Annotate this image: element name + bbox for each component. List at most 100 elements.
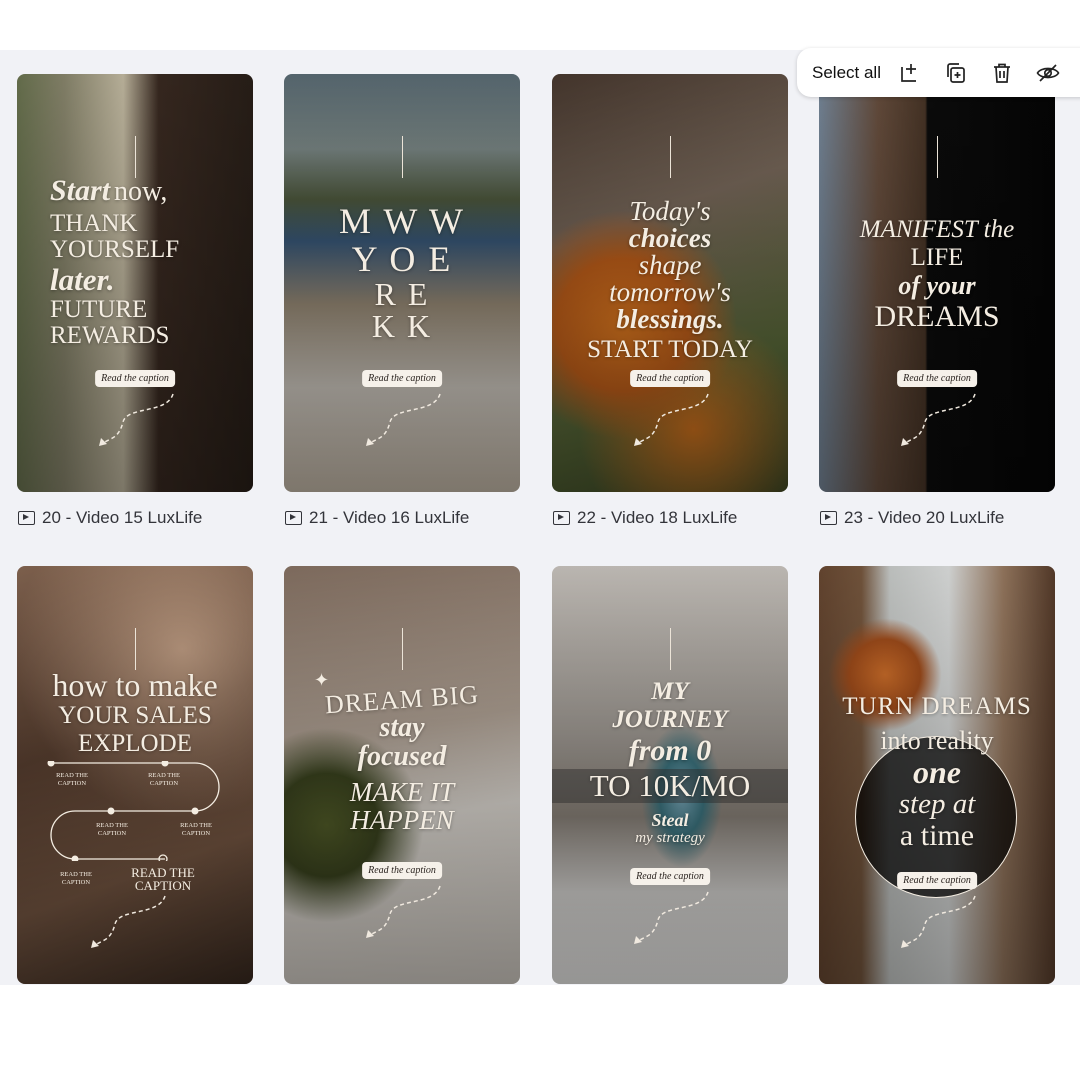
timeline-node-label: READ THE CAPTION: [180, 822, 212, 837]
divider-line: [402, 136, 403, 178]
video-icon: [285, 511, 302, 525]
thumbnail-headline: DREAM BIG stay focused MAKE IT HAPPEN: [284, 680, 520, 835]
dashed-arrow-icon: [366, 393, 441, 446]
page-thumbnail-23[interactable]: MANIFEST the LIFE of your DREAMS Read th…: [819, 74, 1055, 492]
pages-grid-panel: Start now, THANK YOURSELF later. FUTURE …: [0, 50, 1080, 985]
thumbnail-headline: MY JOURNEY from 0 TO 10K/MO Steal my str…: [552, 678, 788, 846]
dashed-arrow-icon: [99, 393, 174, 446]
headline-line: shape: [638, 250, 702, 280]
thumbnail-headline: how to make YOUR SALES EXPLODE: [17, 668, 253, 758]
timeline-node-label: READ THE CAPTION: [148, 772, 180, 787]
select-all-button[interactable]: Select all: [812, 63, 881, 83]
headline-line: how to make: [52, 667, 218, 703]
page-label: 23 - Video 20 LuxLife: [820, 508, 1004, 528]
headline-line: of your: [898, 271, 976, 300]
dashed-arrow-icon: [91, 895, 166, 948]
page-label-text: 22 - Video 18 LuxLife: [577, 508, 738, 527]
headline-line: DREAMS: [874, 300, 1000, 333]
headline-line: focused: [357, 741, 447, 772]
headline-line: HAPPEN: [350, 805, 454, 835]
read-caption-button: Read the caption: [362, 862, 442, 879]
timeline-node-label: READ THE CAPTION: [60, 871, 92, 886]
page-label: 20 - Video 15 LuxLife: [18, 508, 202, 528]
divider-line: [937, 136, 938, 178]
page-thumbnail-25[interactable]: ✦ DREAM BIG stay focused MAKE IT HAPPEN …: [284, 566, 520, 984]
headline-line: TURN DREAMS: [842, 693, 1032, 720]
page-thumbnail-22[interactable]: Today's choices shape tomorrow's blessin…: [552, 74, 788, 492]
headline-line: YOUR SALES: [58, 702, 212, 729]
headline-line: tomorrow's: [609, 277, 731, 307]
headline-line: START TODAY: [587, 336, 753, 363]
page-thumbnail-26[interactable]: MY JOURNEY from 0 TO 10K/MO Steal my str…: [552, 566, 788, 984]
trash-icon[interactable]: [990, 61, 1014, 85]
add-page-icon[interactable]: [898, 61, 922, 85]
headline-line: MANIFEST the: [859, 216, 1015, 243]
page-label-text: 23 - Video 20 LuxLife: [844, 508, 1005, 527]
headline-line: REWARDS: [50, 322, 170, 349]
read-caption-button: Read the caption: [897, 370, 977, 387]
headline-line: FUTURE: [50, 296, 148, 323]
video-icon: [820, 511, 837, 525]
headline-line: JOURNEY: [612, 706, 728, 733]
page-thumbnail-20[interactable]: Start now, THANK YOURSELF later. FUTURE …: [17, 74, 253, 492]
read-caption-button: Read the caption: [630, 868, 710, 885]
headline-line: TO 10K/MO: [589, 768, 751, 803]
headline-line: into reality: [880, 726, 994, 755]
hide-icon[interactable]: [1036, 61, 1060, 85]
thumbnail-headline: MANIFEST the LIFE of your DREAMS: [819, 216, 1055, 334]
headline-line: M W W: [338, 201, 465, 241]
divider-line: [670, 136, 671, 178]
divider-line: [135, 628, 136, 670]
read-caption-button: Read the caption: [362, 370, 442, 387]
timeline-node-label: READ THE CAPTION: [96, 822, 128, 837]
headline-line: choices: [628, 223, 712, 253]
thumbnail-headline: Start now, THANK YOURSELF later. FUTURE …: [17, 176, 253, 349]
page-thumbnail-27[interactable]: TURN DREAMS into reality one step at a t…: [819, 566, 1055, 984]
divider-line: [402, 628, 403, 670]
headline-line: step at: [898, 788, 976, 820]
dashed-arrow-icon: [901, 895, 976, 948]
dashed-arrow-icon: [901, 393, 976, 446]
headline-line: Y O E: [351, 239, 453, 279]
dashed-arrow-icon: [366, 885, 441, 938]
headline-line: one: [913, 754, 961, 790]
read-caption-button: Read the caption: [897, 872, 977, 889]
headline-line: K K: [371, 308, 433, 344]
read-caption-button: Read the caption: [95, 370, 175, 387]
page-label: 21 - Video 16 LuxLife: [285, 508, 469, 528]
headline-line: later.: [50, 262, 115, 297]
read-caption-button: Read the caption: [630, 370, 710, 387]
headline-line: from 0: [628, 734, 712, 767]
thumbnail-headline: Today's choices shape tomorrow's blessin…: [552, 196, 788, 364]
dashed-arrow-icon: [634, 891, 709, 944]
headline-line: MY: [651, 678, 689, 705]
thumbnail-headline: M W W Y O E R E K K: [284, 202, 520, 342]
dashed-arrow-icon: [634, 393, 709, 446]
video-icon: [553, 511, 570, 525]
page-label: 22 - Video 18 LuxLife: [553, 508, 737, 528]
page-thumbnail-24[interactable]: how to make YOUR SALES EXPLODE READ THE …: [17, 566, 253, 984]
headline-line: EXPLODE: [78, 730, 192, 757]
headline-line: blessings.: [616, 304, 724, 334]
page-label-text: 21 - Video 16 LuxLife: [309, 508, 470, 527]
divider-line: [135, 136, 136, 178]
headline-line: Today's: [629, 196, 711, 226]
headline-line: R E: [374, 276, 430, 312]
page-label-text: 20 - Video 15 LuxLife: [42, 508, 203, 527]
selection-toolbar: Select all: [797, 48, 1080, 97]
video-icon: [18, 511, 35, 525]
divider-line: [670, 628, 671, 670]
timeline-node-label: READ THE CAPTION: [56, 772, 88, 787]
headline-line: my strategy: [635, 830, 705, 846]
headline-line: Start: [50, 174, 111, 207]
timeline-final-label: READ THE CAPTION: [131, 865, 195, 893]
headline-line: THANK: [50, 210, 138, 237]
thumbnail-headline: TURN DREAMS into reality one step at a t…: [819, 694, 1055, 852]
headline-line: YOURSELF: [50, 236, 180, 263]
headline-line: LIFE: [910, 244, 964, 271]
headline-line: a time: [899, 819, 975, 852]
page-thumbnail-21[interactable]: M W W Y O E R E K K Read the caption: [284, 74, 520, 492]
headline-line: now,: [114, 176, 168, 207]
headline-line: Steal: [651, 810, 689, 830]
duplicate-icon[interactable]: [944, 61, 968, 85]
